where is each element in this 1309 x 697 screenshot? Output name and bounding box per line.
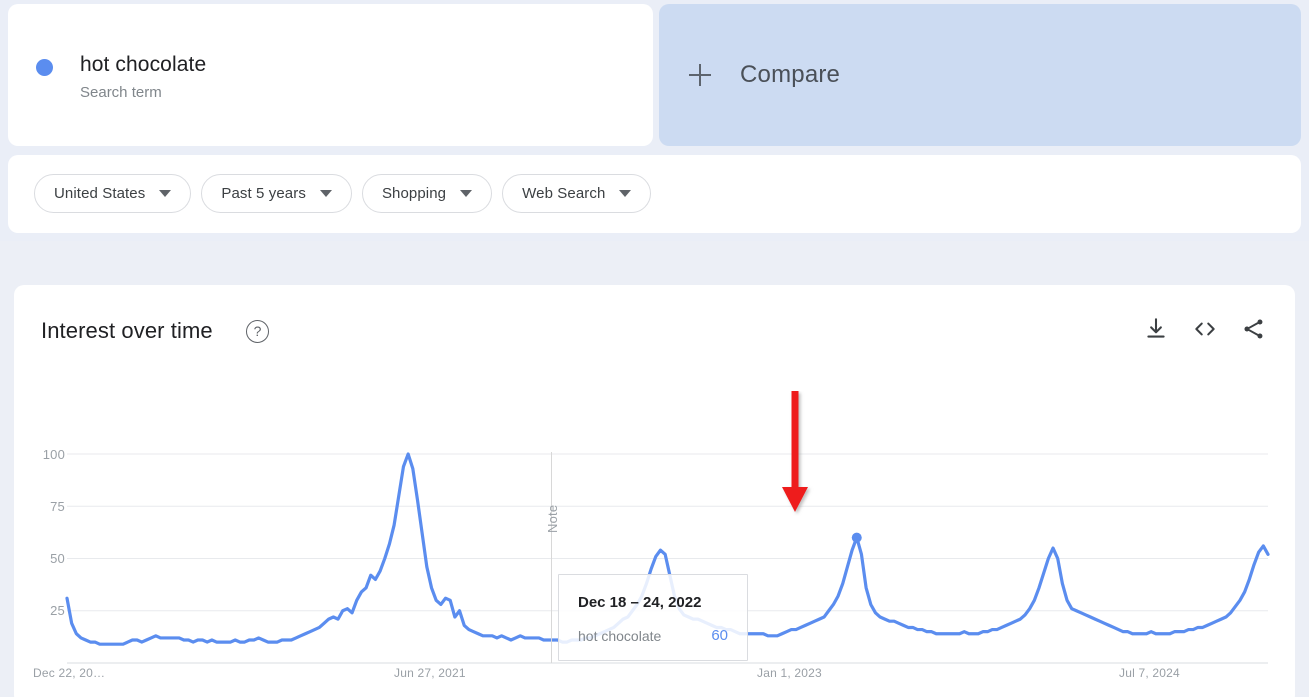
compare-inner: Compare bbox=[689, 4, 840, 146]
note-marker-line bbox=[551, 452, 552, 663]
y-axis-tick-50: 50 bbox=[50, 551, 65, 566]
chart-plot-area: 100 75 50 25 Dec 22, 20… Jun 27, 2021 Ja… bbox=[14, 285, 1295, 697]
compare-label: Compare bbox=[740, 61, 841, 88]
series-color-dot-icon bbox=[36, 59, 53, 76]
search-term-type: Search term bbox=[80, 84, 162, 101]
tooltip-series-label: hot chocolate bbox=[578, 628, 662, 644]
search-term-texts: hot chocolate Search term bbox=[80, 52, 206, 103]
filter-chip-searchtype-label: Web Search bbox=[522, 185, 606, 202]
chevron-down-icon bbox=[619, 190, 632, 197]
interest-over-time-card: Interest over time ? 100 75 50 25 Dec 22… bbox=[14, 285, 1295, 697]
filter-chip-location[interactable]: United States bbox=[34, 174, 192, 213]
y-axis-tick-75: 75 bbox=[50, 499, 65, 514]
tooltip-value: 60 bbox=[711, 627, 728, 644]
filter-chip-searchtype[interactable]: Web Search bbox=[502, 174, 652, 213]
search-term-label: hot chocolate bbox=[80, 53, 207, 76]
compare-card[interactable]: Compare bbox=[659, 4, 1301, 146]
highlighted-data-point bbox=[851, 532, 862, 543]
chevron-down-icon bbox=[319, 190, 332, 197]
chevron-down-icon bbox=[460, 190, 473, 197]
tooltip-date: Dec 18 – 24, 2022 bbox=[578, 594, 702, 611]
filter-chip-category[interactable]: Shopping bbox=[361, 174, 493, 213]
chevron-down-icon bbox=[159, 190, 172, 197]
plus-icon bbox=[689, 64, 711, 86]
filter-chip-group: United States Past 5 years Shopping Web … bbox=[34, 174, 652, 213]
y-axis-tick-25: 25 bbox=[50, 603, 65, 618]
x-axis-tick-2: Jan 1, 2023 bbox=[757, 666, 822, 680]
x-axis-tick-1: Jun 27, 2021 bbox=[394, 666, 466, 680]
filter-bar: United States Past 5 years Shopping Web … bbox=[8, 155, 1301, 233]
google-trends-page: hot chocolate Search term Compare United… bbox=[0, 0, 1309, 697]
red-down-arrow bbox=[771, 391, 821, 516]
filter-chip-category-label: Shopping bbox=[381, 185, 447, 202]
chart-tooltip: Dec 18 – 24, 2022 hot chocolate 60 bbox=[558, 574, 748, 661]
filter-chip-timerange[interactable]: Past 5 years bbox=[201, 174, 352, 213]
note-marker-label[interactable]: Note bbox=[545, 505, 560, 533]
filter-chip-location-label: United States bbox=[54, 185, 146, 202]
search-term-row: hot chocolate Search term bbox=[36, 52, 206, 103]
search-term-card[interactable]: hot chocolate Search term bbox=[8, 4, 653, 146]
filter-chip-timerange-label: Past 5 years bbox=[221, 185, 306, 202]
x-axis-tick-0: Dec 22, 20… bbox=[33, 666, 106, 680]
x-axis-tick-3: Jul 7, 2024 bbox=[1119, 666, 1180, 680]
y-axis-tick-100: 100 bbox=[42, 447, 65, 462]
